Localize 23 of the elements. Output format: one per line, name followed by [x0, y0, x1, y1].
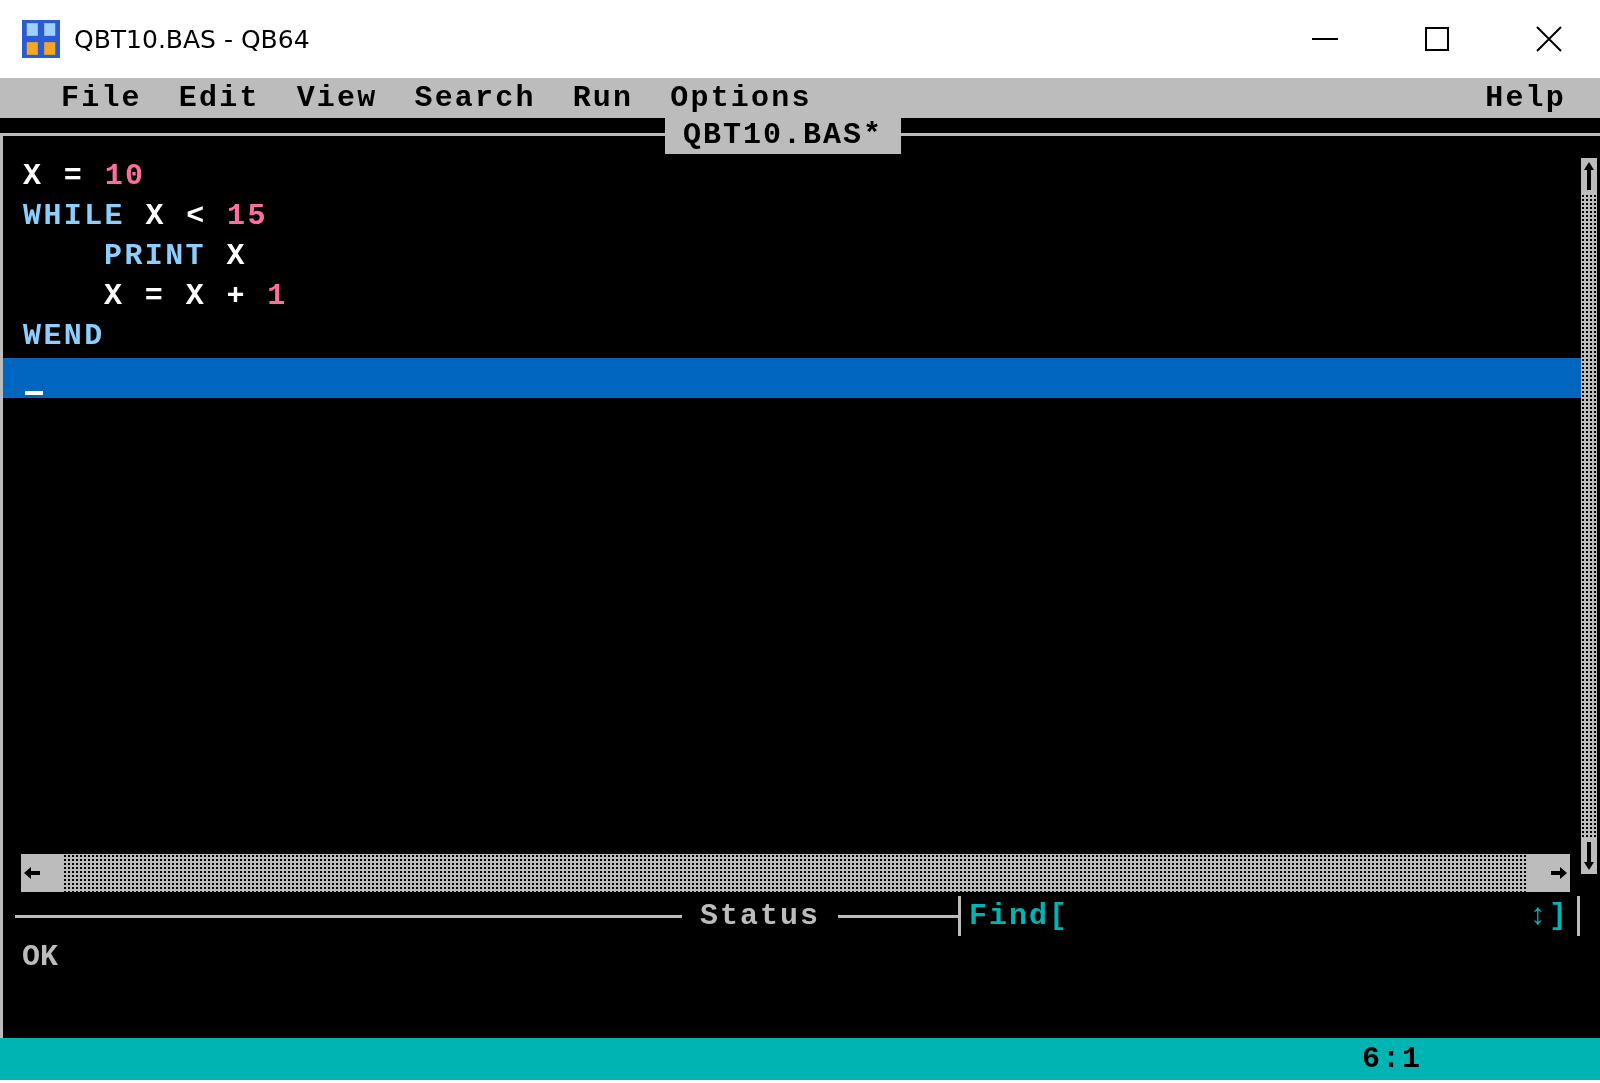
file-title: QBT10.BAS*	[665, 116, 902, 154]
text-cursor	[25, 391, 43, 395]
menu-item[interactable]: Run	[572, 81, 634, 115]
code-line: X = X + 1	[103, 278, 289, 315]
maximize-icon[interactable]	[1422, 24, 1452, 54]
code-line: X = 10	[22, 158, 147, 195]
menu-item[interactable]: Edit	[178, 81, 260, 115]
find-field[interactable]: Find[	[969, 899, 1069, 933]
code-line: WHILE X < 15	[22, 198, 269, 235]
find-toggle[interactable]: ↕]	[1529, 899, 1569, 933]
app-icon	[22, 20, 60, 58]
menu-item[interactable]: Help	[1485, 81, 1566, 115]
status-label: Status	[698, 899, 821, 933]
code-line: PRINT X	[103, 238, 248, 275]
menu-item[interactable]: File	[61, 81, 142, 115]
menu-item[interactable]: Options	[670, 81, 812, 115]
window-title: QBT10.BAS - QB64	[74, 24, 310, 54]
close-icon[interactable]	[1534, 24, 1564, 54]
cursor-position: 6:1	[1362, 1042, 1422, 1076]
menu-item[interactable]: Search	[414, 81, 536, 115]
output-text: OK	[22, 940, 58, 974]
code-line: WEND	[22, 318, 106, 355]
menu-item[interactable]: View	[296, 81, 378, 115]
